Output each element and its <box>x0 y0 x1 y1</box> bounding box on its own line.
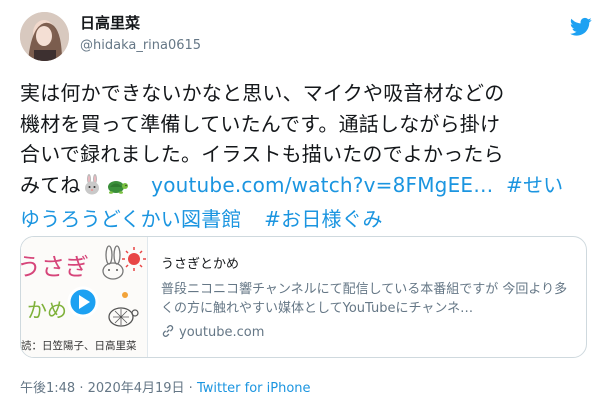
rabbit-emoji-icon <box>81 173 103 205</box>
turtle-emoji-icon <box>105 174 129 205</box>
hashtag-link[interactable]: #お日様ぐみ <box>264 207 383 231</box>
card-description: 普段ニコニコ響チャンネルにて配信している本番組ですが 今回より多くの方に触れやす… <box>161 282 568 316</box>
tweet-line: 実は何かできないかなと思い、マイクや吸音材などの <box>20 81 505 105</box>
tweet-date[interactable]: 2020年4月19日 <box>88 381 185 396</box>
tweet-line: ゆうろうどくかい図書館 #お日様ぐみ <box>20 204 595 235</box>
tweet-text: 実は何かできないかなと思い、マイクや吸音材などの 機材を買って準備していたんです… <box>20 78 595 235</box>
thumbnail-credit-text: 読：日笠陽子、日高里菜 <box>21 339 137 352</box>
tweet-link[interactable]: youtube.com/watch?v=8FMgEE… <box>151 173 493 197</box>
tweet-meta: 午後1:48 · 2020年4月19日 · Twitter for iPhone <box>20 377 311 396</box>
card-body: うさぎとかめ 普段ニコニコ響チャンネルにて配信している本番組ですが 今回より多く… <box>161 253 576 340</box>
thumbnail-subtitle-text: かめ <box>27 298 67 322</box>
tweet-text-segment: みてね <box>20 172 81 197</box>
display-name[interactable]: 日高里菜 <box>80 12 140 33</box>
card-domain-text: youtube.com <box>179 325 265 340</box>
hashtag-link[interactable]: #せい <box>506 173 563 197</box>
tweet-line: 機材を買って準備していたんです。通話しながら掛け <box>20 111 501 136</box>
tweet-time[interactable]: 午後1:48 <box>20 381 75 396</box>
card-title: うさぎとかめ <box>161 257 240 272</box>
twitter-bird-icon[interactable] <box>569 17 592 37</box>
thumbnail-illustration-icon: うさぎ かめ 読：日笠陽子、日高里菜 <box>21 237 147 357</box>
user-handle[interactable]: @hidaka_rina0615 <box>80 38 201 53</box>
meta-separator: · <box>188 381 193 396</box>
avatar[interactable] <box>20 12 69 61</box>
hashtag-link[interactable]: ゆうろうどくかい図書館 <box>20 207 242 231</box>
profile-photo-icon <box>20 12 69 61</box>
thumbnail-title-text: うさぎ <box>21 253 89 281</box>
tweet-source[interactable]: Twitter for iPhone <box>197 381 311 396</box>
tweet-line: 合いで録れました。イラストも描いたのでよかったら <box>20 142 504 166</box>
card-domain: youtube.com <box>161 324 576 340</box>
link-icon <box>161 325 179 340</box>
tweet-line: みてね youtube.com/watch?v=8FMgEE… #せい <box>20 170 595 205</box>
meta-separator: · <box>79 381 84 396</box>
card-thumbnail[interactable]: うさぎ かめ 読：日笠陽子、日高里菜 <box>21 237 148 357</box>
link-preview-card[interactable]: うさぎ かめ 読：日笠陽子、日高里菜 うさぎとかめ 普段ニコニコ響チャンネルにて… <box>20 236 587 358</box>
